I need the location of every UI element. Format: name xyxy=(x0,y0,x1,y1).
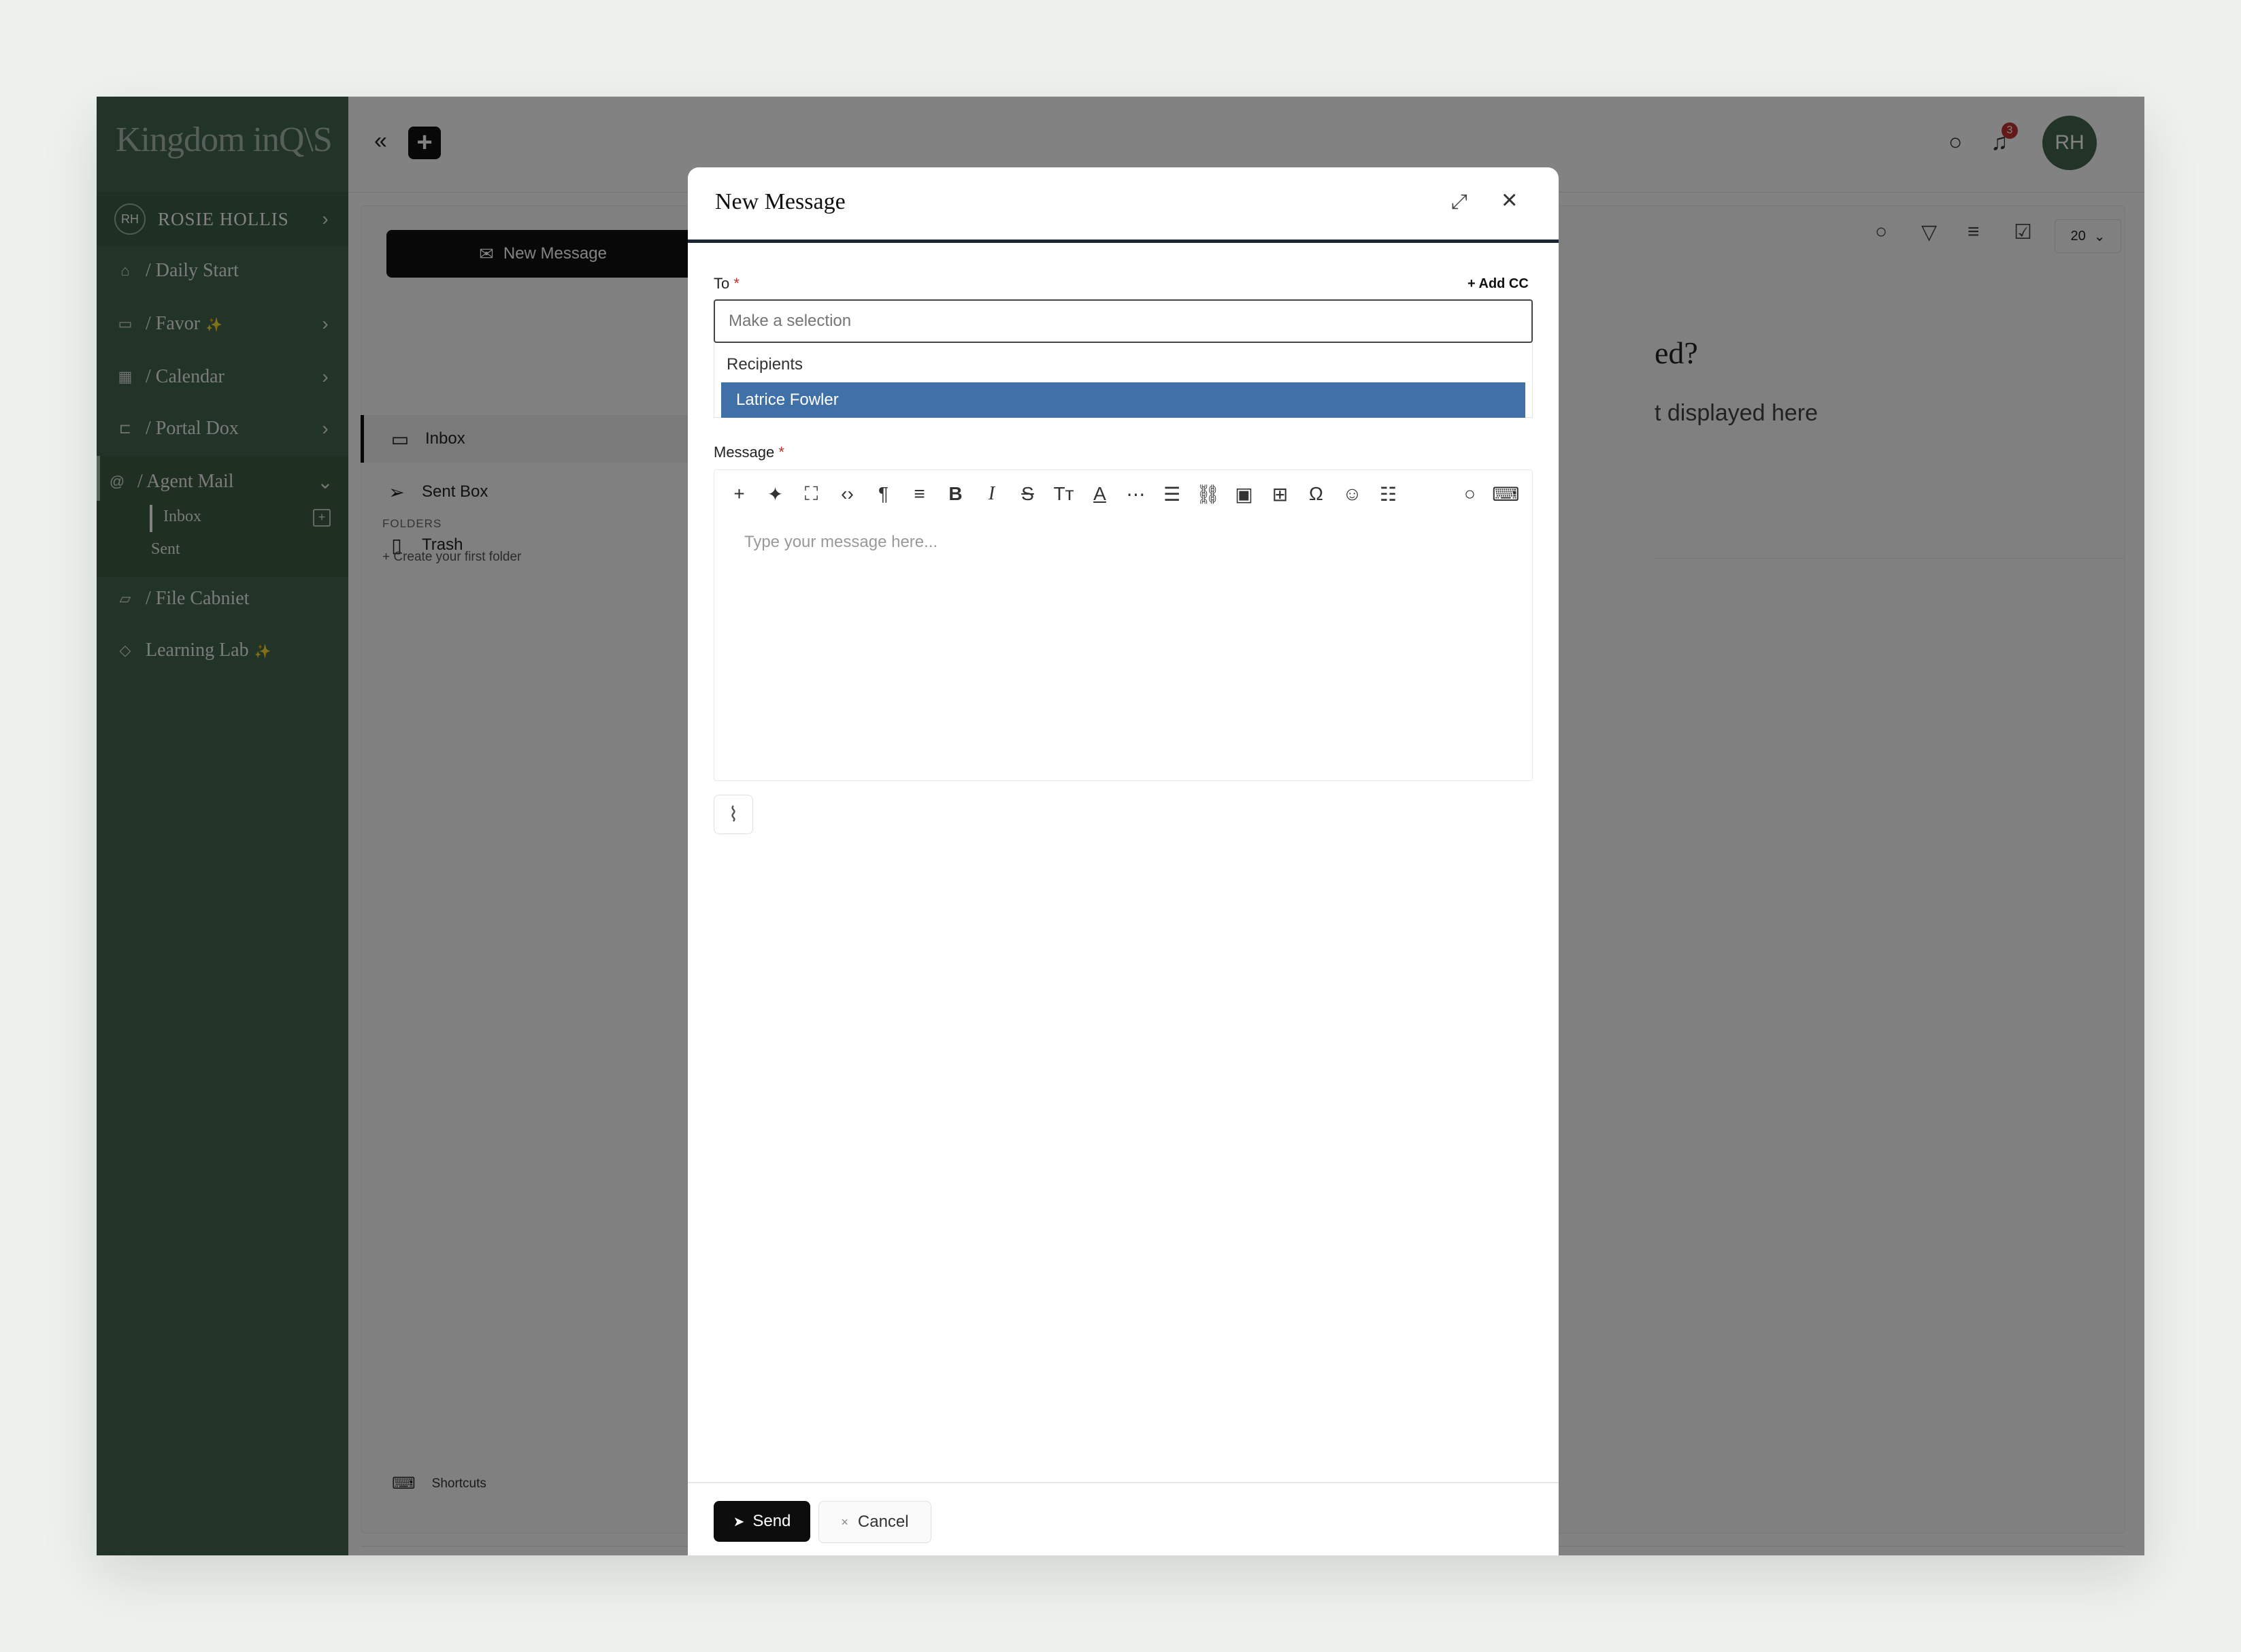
fullscreen-icon[interactable]: ⛶ xyxy=(793,477,829,511)
add-cc-button[interactable]: + Add CC xyxy=(1467,276,1529,292)
italic-icon[interactable]: I xyxy=(974,477,1010,511)
search-icon[interactable]: ○ xyxy=(1452,477,1488,511)
message-label: Message * xyxy=(714,444,784,461)
text-color-icon[interactable]: A xyxy=(1082,477,1118,511)
paragraph-icon[interactable]: ¶ xyxy=(865,477,901,511)
cancel-button[interactable]: × Cancel xyxy=(818,1501,931,1543)
required-mark: * xyxy=(733,275,740,292)
modal-header: New Message ⤢ × xyxy=(688,167,1559,243)
paperclip-icon: ⌇ xyxy=(728,803,739,826)
list-icon[interactable]: ☰ xyxy=(1154,477,1190,511)
special-char-icon[interactable]: Ω xyxy=(1298,477,1334,511)
recipient-dropdown: Recipients Latrice Fowler xyxy=(714,343,1533,418)
message-placeholder: Type your message here... xyxy=(744,533,938,551)
line-height-icon[interactable]: ☷ xyxy=(1370,477,1406,511)
dropdown-group-label: Recipients xyxy=(727,355,803,374)
bold-icon[interactable]: B xyxy=(937,477,974,511)
required-mark: * xyxy=(778,444,784,461)
close-icon: × xyxy=(841,1515,848,1529)
message-editor[interactable]: + ✦ ⛶ ‹› ¶ ≡ B I S Tт A ⋯ ☰ ⛓ ▣ ⊞ Ω ☺ ☷ … xyxy=(714,469,1533,781)
editor-toolbar: + ✦ ⛶ ‹› ¶ ≡ B I S Tт A ⋯ ☰ ⛓ ▣ ⊞ Ω ☺ ☷ … xyxy=(721,477,1524,511)
send-label: Send xyxy=(752,1512,791,1530)
more-icon[interactable]: ⋯ xyxy=(1118,477,1154,511)
send-button[interactable]: ➤ Send xyxy=(714,1501,810,1542)
to-label: To * xyxy=(714,275,740,292)
dropdown-option[interactable]: Latrice Fowler xyxy=(721,382,1525,418)
insert-icon[interactable]: + xyxy=(721,477,757,511)
image-icon[interactable]: ▣ xyxy=(1226,477,1262,511)
align-icon[interactable]: ≡ xyxy=(901,477,937,511)
cancel-label: Cancel xyxy=(857,1513,909,1531)
keyboard-icon[interactable]: ⌨ xyxy=(1488,477,1524,511)
send-icon: ➤ xyxy=(733,1514,745,1530)
link-icon[interactable]: ⛓ xyxy=(1190,477,1226,511)
code-icon[interactable]: ‹› xyxy=(829,477,865,511)
table-icon[interactable]: ⊞ xyxy=(1262,477,1298,511)
recipient-input[interactable] xyxy=(714,299,1533,343)
close-icon[interactable]: × xyxy=(1501,185,1517,216)
modal-title: New Message xyxy=(715,189,846,214)
attachment-button[interactable]: ⌇ xyxy=(714,795,753,834)
strikethrough-icon[interactable]: S xyxy=(1010,477,1046,511)
expand-icon[interactable]: ⤢ xyxy=(1451,191,1467,214)
emoji-icon[interactable]: ☺ xyxy=(1334,477,1370,511)
font-size-icon[interactable]: Tт xyxy=(1046,477,1082,511)
ai-sparkle-icon[interactable]: ✦ xyxy=(757,477,793,511)
new-message-modal: New Message ⤢ × To * + Add CC Recipients… xyxy=(688,167,1559,1555)
modal-footer: ➤ Send × Cancel xyxy=(688,1482,1559,1555)
